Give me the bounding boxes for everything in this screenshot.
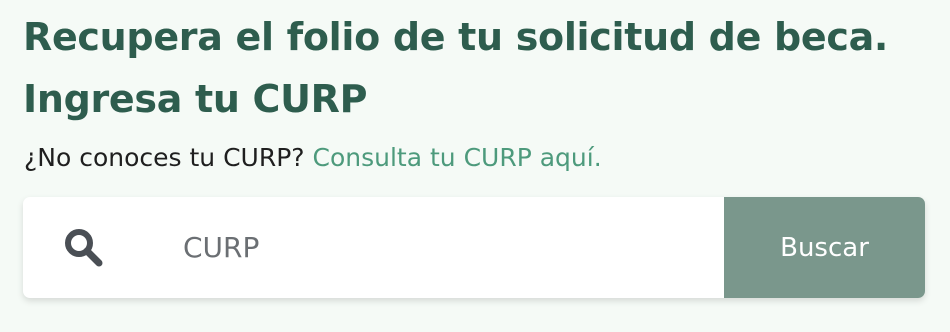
consult-curp-link[interactable]: Consulta tu CURP aquí. (313, 143, 602, 172)
curp-question: ¿No conoces tu CURP? (24, 143, 305, 172)
curp-input[interactable] (145, 197, 724, 298)
search-icon-container (23, 197, 145, 298)
search-icon (64, 227, 105, 269)
curp-search-bar: Buscar (23, 197, 925, 298)
page-title: Recupera el folio de tu solicitud de bec… (23, 15, 889, 121)
search-button[interactable]: Buscar (724, 197, 925, 298)
curp-help-text: ¿No conoces tu CURP? Consulta tu CURP aq… (24, 138, 602, 178)
